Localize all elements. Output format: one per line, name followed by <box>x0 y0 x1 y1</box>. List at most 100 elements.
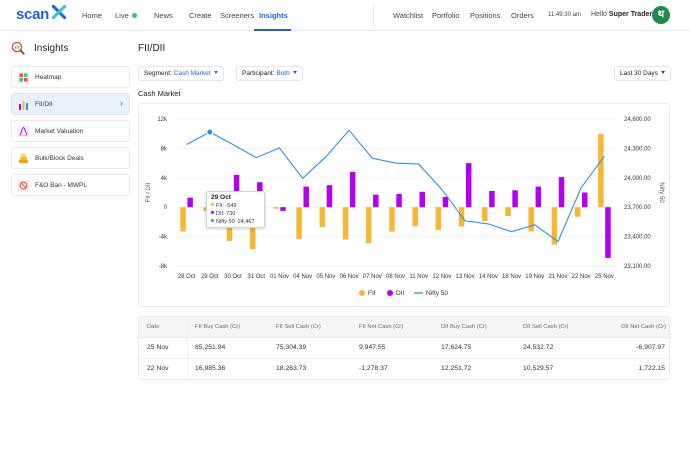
nifty-dot-icon <box>211 219 214 222</box>
segment-value: Cash Market <box>173 70 211 77</box>
fii-bar <box>574 207 581 217</box>
ban-icon <box>18 180 29 191</box>
nav-watchlist[interactable]: Watchlist <box>393 11 423 20</box>
nav-create[interactable]: Create <box>189 11 212 20</box>
tooltip-fii-text: FII: -549 <box>216 203 237 209</box>
fii-bar <box>598 134 604 208</box>
sidebar-item-label: FII/DII <box>35 101 53 108</box>
dii-bar <box>581 192 588 208</box>
column-header: DII Buy Cash (Cr) <box>441 324 487 330</box>
heatmap-icon <box>18 72 29 83</box>
table-cell: 17,624.75 <box>441 344 472 351</box>
sidebar-item-market-valuation[interactable]: Market Valuation <box>11 120 130 142</box>
valuation-curve-icon <box>18 126 29 137</box>
participant-label: Participant: <box>242 70 275 77</box>
table-cell: 10,529.57 <box>523 365 554 372</box>
x-tick-label: 04 Nov <box>293 274 312 280</box>
tooltip-dii-text: DII: 730 <box>216 211 236 217</box>
nav-live[interactable]: Live <box>115 11 129 20</box>
left-axis-title: FII / DII <box>146 182 152 202</box>
dii-bar <box>326 185 333 208</box>
x-tick-label: 28 Oct <box>178 274 196 280</box>
column-header: FII Buy Cash (Cr) <box>195 324 241 330</box>
nav-portfolio[interactable]: Portfolio <box>432 11 460 20</box>
nav-home[interactable]: Home <box>82 11 102 20</box>
table-cell: 1,722.15 <box>638 365 665 372</box>
tooltip-date: 29 Oct <box>211 194 231 201</box>
tooltip-nifty-text: Nifty 50: 24,467 <box>216 219 255 225</box>
chart-tooltip: 29 Oct FII: -549 DII: 730 Nifty 50: 24,4… <box>206 191 265 228</box>
right-tick-label: 24,600.00 <box>624 117 651 123</box>
right-tick-label: 23,100.00 <box>624 264 651 270</box>
date-range-value: Last 30 Days <box>620 70 658 77</box>
right-tick-label: 23,400.00 <box>624 235 651 241</box>
fii-bar <box>482 207 488 222</box>
sidebar-item-label: F&O Ban - MWPL <box>35 182 88 189</box>
sidebar-item-bulk-block-deals[interactable]: Bulk/Block Deals <box>11 147 130 169</box>
participant-value: Both <box>276 70 290 77</box>
nav-screeners[interactable]: Screeners <box>220 11 254 20</box>
scanx-logo[interactable]: scan <box>16 6 49 23</box>
nifty-highlight-point <box>206 128 214 136</box>
nav-divider <box>373 5 374 26</box>
fii-bar <box>319 207 326 228</box>
tooltip-fii-row: FII: -549 <box>211 202 260 210</box>
x-tick-label: 25 Nov <box>595 274 614 280</box>
participant-dropdown[interactable]: Participant: Both <box>236 66 303 81</box>
column-header: Date <box>147 324 160 330</box>
chevron-down-icon <box>213 71 218 74</box>
table-cell: 75,304.39 <box>276 344 307 351</box>
column-header: FII Net Cash (Cr) <box>359 324 404 330</box>
active-nav-underline <box>254 29 291 31</box>
fii-bar <box>389 207 395 232</box>
insights-icon <box>11 41 25 55</box>
table-cell: 12,251.72 <box>441 365 472 372</box>
sidebar-item-label: Market Valuation <box>35 128 84 135</box>
fii-bar <box>412 207 418 227</box>
stacked-coins-icon <box>19 154 28 163</box>
user-avatar[interactable]: थ <box>652 6 670 24</box>
fii-bar <box>528 207 534 232</box>
fii-bar <box>505 207 511 217</box>
sidebar-item-label: Bulk/Block Deals <box>35 155 84 162</box>
date-range-dropdown[interactable]: Last 30 Days <box>614 66 671 81</box>
left-tick-label: 8k <box>161 146 168 152</box>
nav-positions[interactable]: Positions <box>470 11 500 20</box>
x-tick-label: 06 Nov <box>340 274 359 280</box>
legend-fii-marker <box>359 290 365 296</box>
segment-dropdown[interactable]: Segment: Cash Market <box>138 66 224 81</box>
legend-fii-label: FII <box>368 290 376 297</box>
left-tick-label: -4k <box>159 235 168 241</box>
live-status-dot <box>132 13 137 18</box>
dii-bar <box>280 207 286 211</box>
fii-bar <box>365 207 372 244</box>
left-tick-label: 4k <box>161 176 168 182</box>
x-tick-label: 05 Nov <box>316 274 335 280</box>
user-name: Super Trader <box>608 11 653 18</box>
table-cell: 9,947.55 <box>359 344 386 351</box>
fii-bar <box>180 207 186 232</box>
logo-x-icon <box>52 5 66 19</box>
nav-insights[interactable]: Insights <box>259 11 288 20</box>
sidebar-item-fii-dii[interactable]: FII/DII › <box>11 93 130 115</box>
table-row: 22 Nov 16,985.36 18,263.73 -1,278.37 12,… <box>139 359 669 379</box>
nav-news[interactable]: News <box>154 11 173 20</box>
legend-dii-label: DII <box>396 290 405 297</box>
page-title: FII/DII <box>138 43 166 54</box>
column-header: DII Sell Cash (Cr) <box>523 324 569 330</box>
nav-orders[interactable]: Orders <box>511 11 534 20</box>
x-tick-label: 01 Nov <box>270 274 289 280</box>
sidebar-title: Insights <box>34 43 69 54</box>
x-tick-label: 18 Nov <box>502 274 521 280</box>
sidebar-item-heatmap[interactable]: Heatmap <box>11 66 130 88</box>
dii-bar <box>373 194 379 208</box>
table-cell: 22 Nov <box>147 365 169 372</box>
x-tick-label: 14 Nov <box>479 274 498 280</box>
fii-dot-icon <box>211 203 214 206</box>
sidebar-item-fo-ban[interactable]: F&O Ban - MWPL <box>11 174 130 196</box>
dii-bar <box>419 191 426 208</box>
x-tick-label: 29 Oct <box>201 274 219 280</box>
dii-bar <box>349 171 356 208</box>
chevron-right-icon: › <box>120 98 123 108</box>
x-tick-label: 21 Nov <box>548 274 567 280</box>
